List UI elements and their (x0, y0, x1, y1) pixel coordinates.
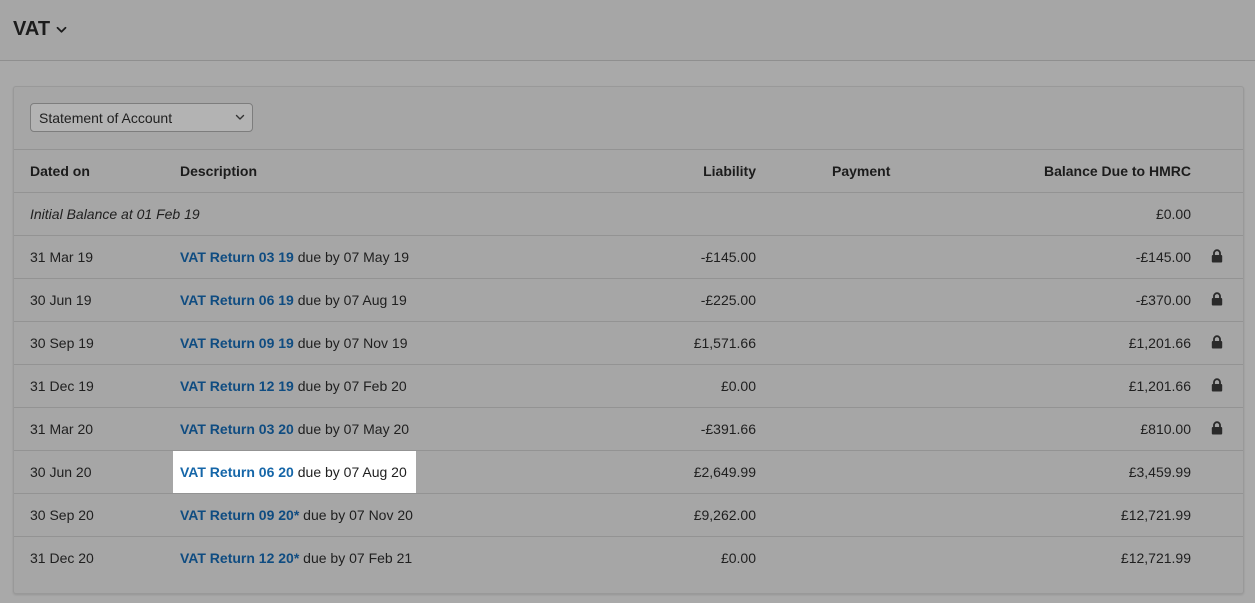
vat-return-link[interactable]: VAT Return 03 19 (180, 249, 294, 265)
row-due-text: due by 07 Aug 20 (293, 464, 407, 480)
row-liability: £0.00 (720, 378, 756, 394)
vat-return-link[interactable]: VAT Return 12 19 (180, 378, 294, 394)
column-header-description: Description (180, 163, 258, 179)
table-row: 30 Sep 20 VAT Return 09 20* due by 07 No… (14, 493, 1243, 536)
table-row: 31 Dec 19 VAT Return 12 19 due by 07 Feb… (14, 364, 1243, 407)
row-liability: -£225.00 (700, 292, 756, 308)
row-balance: £12,721.99 (1120, 550, 1191, 566)
row-date: 31 Dec 20 (30, 550, 94, 566)
row-description: VAT Return 12 19 due by 07 Feb 20 (180, 365, 407, 407)
row-date: 30 Sep 19 (30, 335, 94, 351)
lock-icon (1211, 378, 1223, 394)
row-due-text: due by 07 May 20 (293, 421, 410, 437)
row-date: 31 Mar 20 (30, 421, 94, 437)
row-date: 30 Jun 19 (30, 292, 92, 308)
column-header-payment: Payment (832, 163, 891, 179)
statement-type-select[interactable]: Statement of Account (30, 103, 253, 132)
row-description: VAT Return 06 20 due by 07 Aug 20 (180, 451, 407, 493)
row-description: VAT Return 03 20 due by 07 May 20 (180, 408, 409, 450)
row-date: 31 Dec 19 (30, 378, 94, 394)
chevron-down-icon (56, 26, 67, 33)
vat-return-link[interactable]: VAT Return 09 20* (180, 507, 299, 523)
row-due-text: due by 07 Feb 20 (293, 378, 407, 394)
table-header-row: Dated on Description Liability Payment B… (14, 149, 1243, 192)
vat-return-link[interactable]: VAT Return 06 19 (180, 292, 294, 308)
row-balance: -£145.00 (1135, 249, 1191, 265)
vat-return-link[interactable]: VAT Return 06 20 (180, 464, 294, 480)
row-due-text: due by 07 Feb 21 (299, 550, 413, 566)
initial-balance-row: Initial Balance at 01 Feb 19 £0.00 (14, 192, 1243, 235)
column-header-balance-due: Balance Due to HMRC (1043, 163, 1191, 179)
lock-icon (1211, 421, 1223, 437)
initial-balance-value: £0.00 (1155, 206, 1191, 222)
row-liability: £1,571.66 (693, 335, 756, 351)
column-header-liability: Liability (703, 163, 756, 179)
row-balance: £12,721.99 (1120, 507, 1191, 523)
row-description: VAT Return 12 20* due by 07 Feb 21 (180, 537, 412, 579)
row-balance: -£370.00 (1135, 292, 1191, 308)
vat-return-link[interactable]: VAT Return 12 20* (180, 550, 299, 566)
row-liability: -£145.00 (700, 249, 756, 265)
table-row: 30 Sep 19 VAT Return 09 19 due by 07 Nov… (14, 321, 1243, 364)
lock-icon (1211, 292, 1223, 308)
initial-balance-label: Initial Balance at 01 Feb 19 (30, 206, 200, 222)
page-title: VAT (13, 18, 51, 40)
vat-return-link[interactable]: VAT Return 09 19 (180, 335, 294, 351)
vat-return-link[interactable]: VAT Return 03 20 (180, 421, 294, 437)
column-header-dated-on: Dated on (30, 163, 90, 179)
vat-menu-toggle[interactable]: VAT (13, 18, 67, 41)
row-due-text: due by 07 Nov 19 (293, 335, 408, 351)
top-bar: VAT (0, 0, 1255, 61)
row-liability: £9,262.00 (693, 507, 756, 523)
table-row-highlighted: 30 Jun 20 VAT Return 06 20 due by 07 Aug… (14, 450, 1243, 493)
table-row: 31 Mar 20 VAT Return 03 20 due by 07 May… (14, 407, 1243, 450)
row-date: 30 Sep 20 (30, 507, 94, 523)
row-date: 31 Mar 19 (30, 249, 94, 265)
row-balance: £3,459.99 (1128, 464, 1191, 480)
row-due-text: due by 07 May 19 (293, 249, 410, 265)
row-balance: £1,201.66 (1128, 378, 1191, 394)
row-description: VAT Return 09 20* due by 07 Nov 20 (180, 494, 413, 536)
row-liability: £0.00 (720, 550, 756, 566)
statement-type-selected: Statement of Account (39, 109, 173, 126)
row-due-text: due by 07 Nov 20 (299, 507, 413, 523)
lock-icon (1211, 335, 1223, 351)
row-balance: £810.00 (1140, 421, 1191, 437)
row-description: VAT Return 03 19 due by 07 May 19 (180, 236, 409, 278)
row-date: 30 Jun 20 (30, 464, 92, 480)
table-row: 30 Jun 19 VAT Return 06 19 due by 07 Aug… (14, 278, 1243, 321)
row-description: VAT Return 06 19 due by 07 Aug 19 (180, 279, 407, 321)
statement-table: Dated on Description Liability Payment B… (14, 149, 1243, 579)
chevron-down-icon (235, 114, 245, 120)
table-row: 31 Mar 19 VAT Return 03 19 due by 07 May… (14, 235, 1243, 278)
row-liability: -£391.66 (700, 421, 756, 437)
table-row: 31 Dec 20 VAT Return 12 20* due by 07 Fe… (14, 536, 1243, 579)
lock-icon (1211, 249, 1223, 265)
statement-card: Statement of Account Dated on Descriptio… (13, 86, 1244, 594)
row-due-text: due by 07 Aug 19 (293, 292, 407, 308)
row-description: VAT Return 09 19 due by 07 Nov 19 (180, 322, 408, 364)
row-liability: £2,649.99 (693, 464, 756, 480)
row-balance: £1,201.66 (1128, 335, 1191, 351)
